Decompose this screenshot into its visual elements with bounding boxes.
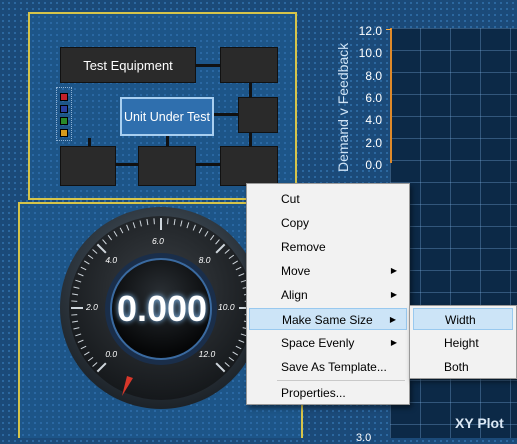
- unit-under-test-label: Unit Under Test: [124, 109, 210, 125]
- make-same-size-submenu: WidthHeightBoth: [409, 305, 517, 379]
- y-tick-label: 0.0: [352, 158, 382, 172]
- color-legend: [56, 87, 72, 141]
- menu-item-remove[interactable]: Remove: [249, 236, 407, 258]
- plot-trace-line: [390, 28, 392, 163]
- submenu-item-width[interactable]: Width: [413, 308, 513, 330]
- menu-item-copy[interactable]: Copy: [249, 212, 407, 234]
- menu-item-label: Move: [281, 264, 310, 278]
- y-tick-label: 8.0: [352, 69, 382, 83]
- gauge-tick-label: 4.0: [105, 255, 117, 265]
- menu-item-space-evenly[interactable]: Space Evenly ▶: [249, 332, 407, 354]
- menu-item-label: Space Evenly: [281, 336, 354, 350]
- menu-item-make-same-size[interactable]: Make Same Size ▶: [249, 308, 407, 330]
- y-tick-label: 6.0: [352, 91, 382, 105]
- legend-color-swatch: [60, 117, 68, 125]
- legend-color-swatch: [60, 93, 68, 101]
- diagram-block[interactable]: [220, 47, 278, 83]
- menu-item-label: Remove: [281, 240, 326, 254]
- submenu-arrow-icon: ▶: [391, 260, 397, 282]
- gauge-value: 0.000: [108, 288, 216, 330]
- connector-line: [196, 163, 220, 166]
- submenu-arrow-icon: ▶: [391, 284, 397, 306]
- connector-line: [214, 113, 238, 116]
- menu-separator: [277, 380, 405, 381]
- menu-item-move[interactable]: Move ▶: [249, 260, 407, 282]
- menu-item-properties[interactable]: Properties...: [249, 382, 407, 404]
- submenu-arrow-icon: ▶: [391, 332, 397, 354]
- menu-item-label: Make Same Size: [282, 313, 373, 327]
- connector-line: [196, 64, 222, 67]
- legend-color-swatch: [60, 129, 68, 137]
- xy-plot-title: XY Plot: [455, 415, 504, 431]
- y-tick-label: 12.0: [352, 24, 382, 38]
- gauge-tick-label: 12.0: [199, 349, 216, 359]
- diagram-block[interactable]: [138, 146, 196, 186]
- context-menu: CutCopyRemoveMove▶Align▶Make Same Size▶S…: [246, 183, 410, 405]
- connector-line: [116, 163, 138, 166]
- menu-item-cut[interactable]: Cut: [249, 188, 407, 210]
- legend-color-swatch: [60, 105, 68, 113]
- menu-item-label: Copy: [281, 216, 309, 230]
- menu-item-label: Align: [281, 288, 308, 302]
- menu-item-label: Save As Template...: [281, 360, 387, 374]
- submenu-item-height[interactable]: Height: [413, 332, 513, 354]
- diagram-block[interactable]: [60, 146, 116, 186]
- gauge-tick-label: 2.0: [86, 302, 98, 312]
- y-tick-label: 10.0: [352, 46, 382, 60]
- unit-under-test-block[interactable]: Unit Under Test: [120, 97, 214, 136]
- y-tick-label: 4.0: [352, 113, 382, 127]
- menu-item-align[interactable]: Align ▶: [249, 284, 407, 306]
- diagram-block[interactable]: [220, 146, 278, 186]
- axis-tick: [386, 29, 391, 30]
- menu-item-label: Properties...: [281, 386, 346, 400]
- gauge-tick-label: 0.0: [105, 349, 117, 359]
- submenu-arrow-icon: ▶: [390, 309, 396, 331]
- gauge-tick-label: 8.0: [199, 255, 211, 265]
- gauge-tick-label: 10.0: [218, 302, 235, 312]
- gauge-tick-label: 6.0: [152, 236, 164, 246]
- test-equipment-label: Test Equipment: [83, 58, 173, 73]
- menu-item-label: Cut: [281, 192, 300, 206]
- menu-item-save-as-template[interactable]: Save As Template...: [249, 356, 407, 378]
- test-equipment-block[interactable]: Test Equipment: [60, 47, 196, 83]
- x-tick-label: 3.0: [356, 432, 371, 444]
- y-axis-label: Demand v Feedback: [335, 43, 351, 172]
- submenu-item-both[interactable]: Both: [413, 356, 513, 378]
- diagram-block[interactable]: [238, 97, 278, 133]
- y-tick-label: 2.0: [352, 136, 382, 150]
